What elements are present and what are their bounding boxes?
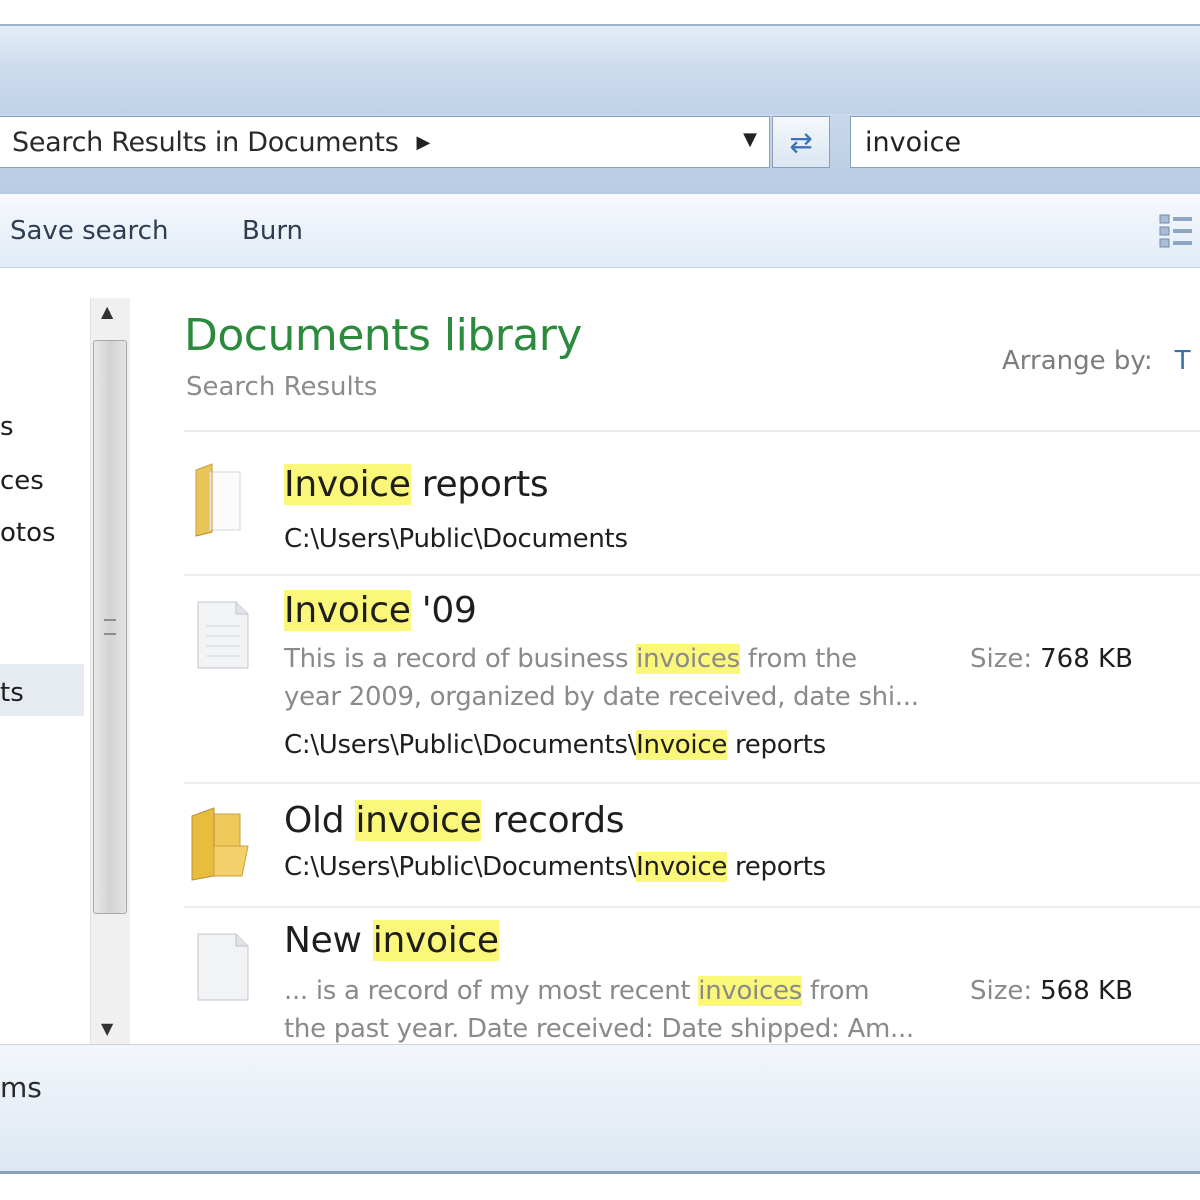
- desc-highlight: invoices: [698, 976, 802, 1006]
- result-path: C:\Users\Public\Documents\Invoice report…: [284, 852, 826, 882]
- command-bar: Save search Burn: [0, 194, 1200, 268]
- library-title: Documents library: [184, 310, 582, 361]
- arrange-by-value[interactable]: T: [1175, 346, 1191, 376]
- status-bar: ms: [0, 1044, 1200, 1171]
- address-dropdown-icon[interactable]: ▼: [743, 129, 757, 150]
- refresh-button[interactable]: ⇄: [772, 116, 830, 168]
- header-divider: [184, 430, 1200, 432]
- result-item[interactable]: New invoice ... is a record of my most r…: [184, 908, 1200, 1044]
- name-text: '09: [410, 590, 477, 631]
- path-highlight: Invoice: [636, 852, 728, 882]
- result-description-line-2: the past year. Date received: Date shipp…: [284, 1014, 914, 1044]
- result-description-line-1: This is a record of business invoices fr…: [284, 644, 857, 674]
- result-size: Size: 568 KB: [970, 976, 1133, 1006]
- result-item[interactable]: Invoice '09 This is a record of business…: [184, 576, 1200, 784]
- nav-item-3[interactable]: otos: [0, 518, 56, 548]
- size-label: Size:: [970, 976, 1033, 1006]
- desc-text: from: [801, 976, 870, 1006]
- result-name[interactable]: Invoice reports: [284, 464, 549, 505]
- folder-icon: [191, 807, 249, 881]
- size-label: Size:: [970, 644, 1033, 674]
- size-value: 568 KB: [1040, 976, 1133, 1006]
- navigation-pane: s ces otos ts: [0, 268, 88, 1024]
- result-description-line-1: ... is a record of my most recent invoic…: [284, 976, 870, 1006]
- search-input[interactable]: invoice: [850, 116, 1200, 168]
- path-text: C:\Users\Public\Documents\: [284, 852, 637, 882]
- size-value: 768 KB: [1040, 644, 1133, 674]
- top-margin: [0, 0, 1200, 24]
- path-highlight: Invoice: [636, 730, 728, 760]
- nav-scrollbar[interactable]: ▲ ▼: [90, 298, 130, 1044]
- desc-text: This is a record of business: [284, 644, 637, 674]
- scroll-thumb[interactable]: [93, 340, 127, 914]
- name-text: reports: [410, 464, 549, 505]
- nav-item-selected[interactable]: ts: [0, 678, 24, 708]
- burn-button[interactable]: Burn: [232, 216, 313, 246]
- desc-text: ... is a record of my most recent: [284, 976, 699, 1006]
- path-text: C:\Users\Public\Documents\: [284, 730, 637, 760]
- name-text: Old: [284, 800, 356, 841]
- scroll-up-icon[interactable]: ▲: [101, 302, 113, 321]
- change-view-icon[interactable]: [1158, 212, 1194, 250]
- explorer-window: Search Results in Documents ▶ ▼ ⇄ invoic…: [0, 24, 1200, 1174]
- desc-text: from the: [739, 644, 857, 674]
- result-size: Size: 768 KB: [970, 644, 1133, 674]
- name-highlight: Invoice: [284, 590, 411, 631]
- result-name[interactable]: Old invoice records: [284, 800, 625, 841]
- library-subtitle: Search Results: [186, 372, 378, 402]
- result-path: C:\Users\Public\Documents\Invoice report…: [284, 730, 826, 760]
- document-icon: [197, 601, 249, 669]
- refresh-icon: ⇄: [789, 125, 813, 159]
- results-pane: Documents library Search Results Arrange…: [130, 268, 1200, 1044]
- result-item[interactable]: Old invoice records C:\Users\Public\Docu…: [184, 784, 1200, 908]
- result-name[interactable]: Invoice '09: [284, 590, 477, 631]
- path-text: reports: [727, 852, 826, 882]
- arrange-by: Arrange by: T: [1002, 346, 1191, 376]
- status-item-count: ms: [0, 1071, 42, 1104]
- path-text: reports: [727, 730, 826, 760]
- address-row: Search Results in Documents ▶ ▼ ⇄ invoic…: [0, 114, 1200, 194]
- result-item[interactable]: Invoice reports C:\Users\Public\Document…: [184, 434, 1200, 576]
- name-text: New: [284, 920, 373, 961]
- name-highlight: invoice: [372, 920, 499, 961]
- result-path: C:\Users\Public\Documents: [284, 524, 628, 554]
- breadcrumb-chevron-icon[interactable]: ▶: [416, 132, 430, 153]
- breadcrumb[interactable]: Search Results in Documents: [0, 127, 399, 158]
- title-bar: [0, 26, 1200, 114]
- result-description-line-2: year 2009, organized by date received, d…: [284, 682, 919, 712]
- nav-item-1[interactable]: s: [0, 412, 14, 442]
- save-search-button[interactable]: Save search: [0, 216, 178, 246]
- name-highlight: invoice: [355, 800, 482, 841]
- arrange-by-label: Arrange by:: [1002, 346, 1153, 376]
- folder-icon: [195, 463, 241, 537]
- address-bar[interactable]: Search Results in Documents ▶ ▼: [0, 116, 770, 168]
- scroll-grip: [104, 619, 116, 635]
- scroll-down-icon[interactable]: ▼: [101, 1019, 113, 1038]
- desc-highlight: invoices: [636, 644, 740, 674]
- name-highlight: Invoice: [284, 464, 411, 505]
- path-text: C:\Users\Public\Documents: [284, 524, 628, 554]
- nav-item-2[interactable]: ces: [0, 466, 44, 496]
- result-name[interactable]: New invoice: [284, 920, 499, 961]
- document-icon: [197, 933, 249, 1001]
- name-text: records: [481, 800, 625, 841]
